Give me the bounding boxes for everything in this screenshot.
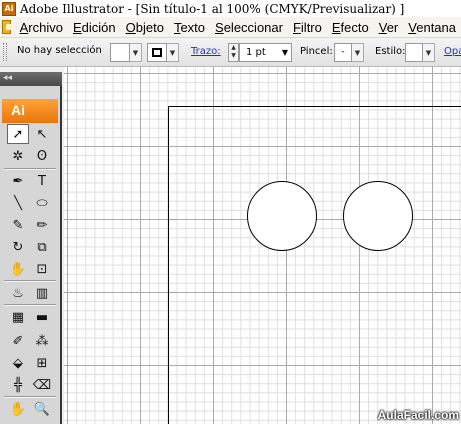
gradient-tool-icon[interactable]: ▬	[31, 307, 53, 327]
chevron-down-icon: ▼	[132, 48, 139, 57]
slice-tool-icon[interactable]: ╬	[7, 375, 29, 395]
tool-group-divider	[4, 168, 56, 170]
fill-dropdown-button[interactable]: ▼	[130, 43, 142, 62]
column-graph-tool-icon[interactable]: ▥	[31, 283, 53, 303]
stroke-swatch[interactable]	[147, 43, 167, 62]
chevron-down-icon: ▼	[169, 48, 176, 57]
line-tool-icon[interactable]: ╲	[7, 193, 29, 213]
tool-group-divider	[4, 396, 56, 398]
document-canvas[interactable]: AulaFacil.com	[64, 67, 461, 424]
brush-dropdown-button[interactable]: ▼	[352, 43, 364, 62]
stroke-weight-value: 1 pt	[246, 47, 266, 58]
direct-selection-tool-icon[interactable]: ↖	[31, 124, 53, 144]
menu-archivo[interactable]: Archivo	[15, 20, 68, 35]
symbol-sprayer-tool-icon[interactable]: ♨	[7, 283, 29, 303]
stroke-weight-field[interactable]: 1 pt ▼	[239, 43, 292, 62]
lasso-tool-icon[interactable]: ʘ	[31, 146, 53, 166]
menu-bar: Archivo Edición Objeto Texto Seleccionar…	[0, 17, 461, 38]
menu-texto[interactable]: Texto	[169, 20, 210, 35]
style-dropdown-button[interactable]: ▼	[423, 43, 435, 62]
selection-status: No hay selección	[17, 45, 102, 56]
zoom-tool-icon[interactable]: 🔍	[31, 399, 53, 419]
menu-filtro[interactable]: Filtro	[288, 20, 327, 35]
document-menu-icon[interactable]	[2, 20, 12, 34]
menu-objeto[interactable]: Objeto	[121, 20, 169, 35]
window-title: Adobe Illustrator - [Sin título-1 al 100…	[20, 1, 405, 16]
circle-shape[interactable]	[343, 181, 413, 251]
warp-tool-icon[interactable]: ✋	[7, 259, 29, 279]
menu-seleccionar[interactable]: Seleccionar	[210, 20, 288, 35]
stroke-label-link[interactable]: Trazo:	[191, 46, 221, 57]
chevron-down-icon[interactable]: ▼	[282, 48, 288, 57]
chevron-down-icon: ▼	[425, 48, 432, 57]
paintbrush-tool-icon[interactable]: ✎	[7, 215, 29, 235]
stroke-weight-stepper[interactable]: ▲ ▼	[228, 43, 239, 62]
collapse-panel-icon[interactable]: ◂◂	[3, 73, 12, 83]
control-bar: No hay selección ▼ ▼ Trazo: ▲ ▼ 1 pt ▼ Pi…	[0, 38, 461, 67]
type-tool-icon[interactable]: T	[31, 171, 53, 191]
grip-handle-icon[interactable]	[3, 43, 7, 61]
opacity-label-link[interactable]: Opa	[444, 46, 461, 57]
circle-shape[interactable]	[247, 181, 317, 251]
style-label: Estilo:	[375, 46, 406, 57]
eraser-tool-icon[interactable]: ⌫	[31, 375, 53, 395]
rotate-tool-icon[interactable]: ↻	[7, 237, 29, 257]
brush-label: Pincel:	[300, 46, 333, 57]
brush-field[interactable]: -	[334, 43, 352, 62]
tool-group-divider	[4, 304, 56, 306]
tool-group-divider	[4, 280, 56, 282]
watermark: AulaFacil.com	[377, 408, 459, 422]
menu-ventana[interactable]: Ventana	[403, 20, 461, 35]
tools-panel: Ai ➚ ↖ ✲ ʘ ✒ T ╲ ⬭ ✎ ✏ ↻ ⧉ ✋ ⊡ ♨ ▥ ▦ ▬ ✐ ⁂ ⬙ ⊞ ╬ ⌫ ✋ 🔍	[0, 86, 62, 424]
mesh-tool-icon[interactable]: ▦	[7, 307, 29, 327]
pencil-tool-icon[interactable]: ✏	[31, 215, 53, 235]
brush-value: -	[341, 47, 345, 57]
tools-panel-header[interactable]: ◂◂	[0, 72, 62, 86]
live-paint-bucket-tool-icon[interactable]: ⬙	[7, 353, 29, 373]
title-bar: Ai Adobe Illustrator - [Sin título-1 al …	[0, 0, 461, 17]
free-transform-tool-icon[interactable]: ⊡	[31, 259, 53, 279]
illustrator-logo: Ai	[2, 99, 58, 123]
illustrator-app-icon: Ai	[2, 1, 16, 16]
ellipse-tool-icon[interactable]: ⬭	[31, 193, 53, 213]
magic-wand-tool-icon[interactable]: ✲	[7, 146, 29, 166]
chevron-down-icon: ▼	[354, 48, 361, 57]
stepper-down-icon[interactable]: ▼	[231, 52, 236, 59]
menu-ver[interactable]: Ver	[374, 20, 404, 35]
fill-swatch[interactable]	[110, 43, 130, 62]
style-swatch[interactable]	[405, 43, 423, 62]
stroke-color-chip	[152, 48, 162, 57]
artboard[interactable]	[168, 106, 461, 424]
live-paint-selection-tool-icon[interactable]: ⊞	[31, 353, 53, 373]
eyedropper-tool-icon[interactable]: ✐	[7, 331, 29, 351]
stepper-up-icon[interactable]: ▲	[231, 44, 236, 51]
blend-tool-icon[interactable]: ⁂	[31, 331, 53, 351]
pen-tool-icon[interactable]: ✒	[7, 171, 29, 191]
scale-tool-icon[interactable]: ⧉	[31, 237, 53, 257]
stroke-dropdown-button[interactable]: ▼	[167, 43, 179, 62]
menu-edicion[interactable]: Edición	[68, 20, 121, 35]
selection-tool-icon[interactable]: ➚	[7, 124, 29, 144]
menu-efecto[interactable]: Efecto	[327, 20, 374, 35]
hand-tool-icon[interactable]: ✋	[7, 399, 29, 419]
